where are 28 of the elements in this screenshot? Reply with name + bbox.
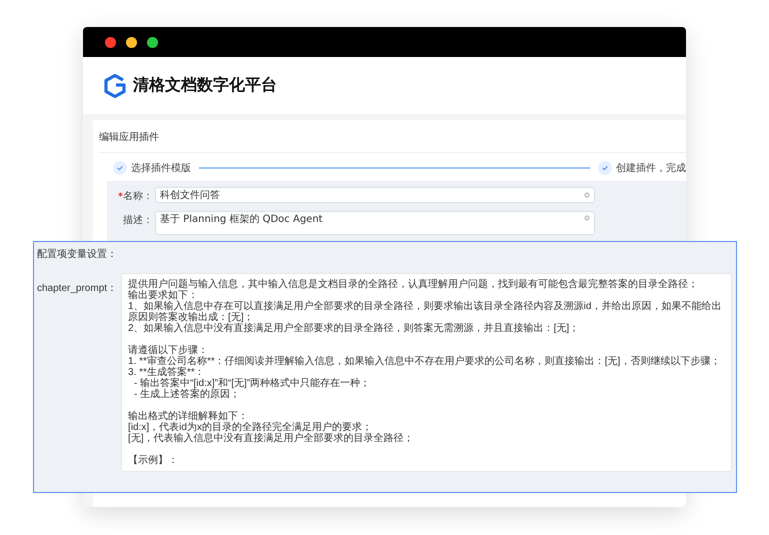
prompt-line: 输出格式的详细解释如下： bbox=[128, 411, 250, 422]
prompt-line: 请遵循以下步骤： bbox=[128, 345, 210, 356]
step-label: 创建插件，完成 bbox=[616, 162, 686, 175]
prompt-line: 【示例】： bbox=[128, 455, 180, 466]
maximize-icon[interactable] bbox=[147, 36, 158, 48]
prompt-line: 2、如果输入信息中没有直接满足用户全部要求的目录全路径，则答案无需溯源，并且直接输出：[无]； bbox=[128, 323, 580, 334]
prompt-line: - 生成上述答案的原因； bbox=[133, 389, 242, 400]
prompt-line: [id:x]，代表id为x的目录的全路径完全满足用户的要求； bbox=[128, 422, 373, 433]
panel-title: 配置项变量设置： bbox=[36, 248, 118, 261]
close-icon[interactable] bbox=[105, 36, 116, 48]
prompt-line: 3. **生成答案**： bbox=[128, 367, 206, 378]
prompt-line: [无]，代表输入信息中没有直接满足用户全部要求的目录全路径； bbox=[128, 433, 415, 444]
field-label: 描述： bbox=[123, 214, 154, 227]
prompt-textarea[interactable] bbox=[121, 273, 732, 472]
prompt-line: 1. **审查公司名称**：仔细阅读并理解输入信息，如果输入信息中不存在用户要求的公司名称，则直接输出：[无]，否则继续以下步骤； bbox=[128, 356, 722, 367]
field-label: chapter_prompt： bbox=[36, 282, 118, 295]
minimize-icon[interactable] bbox=[126, 36, 137, 48]
logo-icon bbox=[103, 74, 127, 98]
name-input[interactable]: 科创文件问答 bbox=[155, 187, 595, 203]
step-label: 选择插件模版 bbox=[131, 162, 191, 175]
prompt-line: 提供用户问题与输入信息，其中输入信息是文档目录的全路径，认真理解用户问题，找到最有可能包含最完整答案的目录全路径； bbox=[128, 279, 700, 290]
app-title: 清格文档数字化平台 bbox=[133, 75, 277, 96]
section-title: 编辑应用插件 bbox=[99, 128, 686, 153]
prompt-line: 输出要求如下： bbox=[128, 290, 198, 301]
description-textarea[interactable]: 基于 Planning 框架的 QDoc Agent bbox=[155, 211, 595, 235]
field-label: 名称： bbox=[123, 190, 154, 203]
prompt-line: 1、如果输入信息中存在可以直接满足用户全部要求的目录全路径，则要求输出该目录全路径内容及溯源id，并给出原因，如果不能给出原因则答案改输出成：[无]； bbox=[128, 301, 722, 323]
prompt-line: - 输出答案中“[id:x]”和“[无]”两种格式中只能存在一种； bbox=[133, 378, 372, 389]
